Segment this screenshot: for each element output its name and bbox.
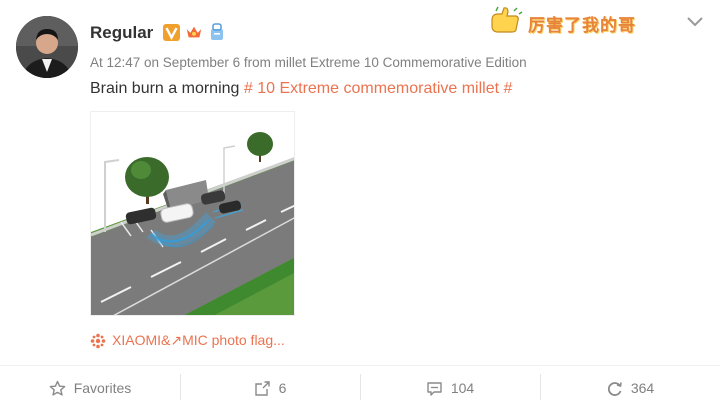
comment-count: 104 bbox=[450, 380, 475, 396]
share-icon bbox=[254, 380, 270, 396]
comment-button[interactable]: 104 bbox=[360, 366, 540, 410]
photo-source-link[interactable]: XIAOMI&↗MIC photo flag... bbox=[90, 332, 285, 349]
post-text: Brain burn a morning # 10 Extreme commem… bbox=[90, 80, 512, 98]
camera-icon bbox=[90, 333, 106, 348]
comment-icon bbox=[427, 381, 442, 396]
post-text-body: Brain burn a morning bbox=[90, 80, 244, 97]
user-badges bbox=[162, 23, 226, 41]
post-meta: At 12:47 on September 6 from millet Extr… bbox=[90, 55, 527, 70]
hashtag-link[interactable]: # 10 Extreme commemorative millet # bbox=[244, 80, 513, 97]
action-bar: Favorites 6 104 364 bbox=[0, 366, 720, 410]
verified-v-icon[interactable] bbox=[162, 23, 180, 41]
share-button[interactable]: 6 bbox=[180, 366, 360, 410]
sticker: 厉害了我的哥 bbox=[488, 6, 668, 36]
username[interactable]: Regular bbox=[90, 23, 153, 43]
favorite-label: Favorites bbox=[73, 380, 132, 396]
member-badge-icon[interactable] bbox=[208, 23, 226, 41]
favorite-button[interactable]: Favorites bbox=[0, 366, 180, 410]
star-icon bbox=[49, 380, 66, 396]
sticker-text: 厉害了我的哥 bbox=[528, 16, 636, 36]
vip-crown-icon[interactable] bbox=[185, 23, 203, 41]
post-photo[interactable] bbox=[90, 111, 295, 316]
like-count: 364 bbox=[630, 380, 655, 396]
avatar[interactable] bbox=[16, 16, 78, 78]
photo-source-label: XIAOMI&↗MIC photo flag... bbox=[112, 332, 285, 348]
chevron-down-icon[interactable] bbox=[686, 15, 704, 29]
weibo-post-card: Regular 厉害了我的哥 At 12:47 on September 6 f… bbox=[0, 0, 720, 410]
share-count: 6 bbox=[278, 380, 287, 396]
like-button[interactable]: 364 bbox=[540, 366, 720, 410]
like-icon bbox=[607, 381, 622, 396]
